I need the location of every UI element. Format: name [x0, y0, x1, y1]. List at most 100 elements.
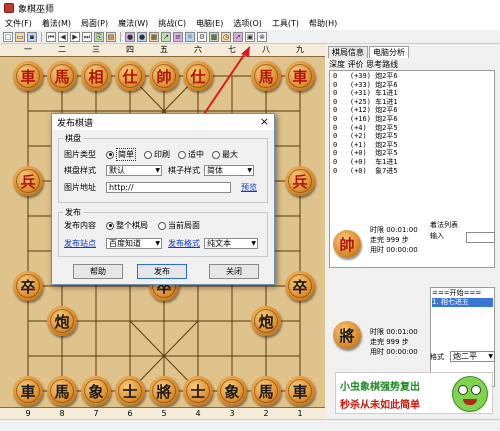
format-label: 格式 [430, 353, 444, 361]
first-move-icon[interactable]: ⏮ [46, 31, 56, 42]
red-piece[interactable]: 馬 [47, 61, 77, 91]
open-file-icon[interactable]: ▭ [15, 31, 25, 42]
menu-options[interactable]: 选项(O) [228, 18, 267, 29]
side-panel: 棋局信息 电脑分析 深度 评价 思考路线 0 (+39) 炮2平6 0 (+33… [326, 44, 500, 430]
red-piece[interactable]: 仕 [115, 61, 145, 91]
print-icon[interactable]: ▤ [106, 31, 116, 42]
analysis-icon[interactable]: ≡ [173, 31, 183, 42]
prev-move-icon[interactable]: ◀ [58, 31, 68, 42]
red-general-piece[interactable]: 帥 [333, 230, 361, 258]
format-select[interactable]: 炮二平 ▼ [450, 351, 495, 362]
image-icon[interactable]: ▦ [149, 31, 159, 42]
black-piece[interactable]: 車 [285, 376, 315, 406]
preview-link[interactable]: 预览 [241, 182, 257, 193]
publish-site-row: 发布站点 百度知道 ▼ 发布格式 纯文本 ▼ [64, 238, 258, 249]
black-clock: 时限 00:01:00 走完 999 步 用时 00:00:00 [370, 327, 418, 357]
close-button[interactable]: 关闭 [209, 264, 259, 279]
last-move-icon[interactable]: ⏭ [82, 31, 92, 42]
notation-input[interactable] [466, 232, 495, 243]
new-file-icon[interactable]: □ [3, 31, 13, 42]
red-piece[interactable]: 車 [285, 61, 315, 91]
black-piece[interactable]: 士 [183, 376, 213, 406]
red-piece[interactable]: 仕 [183, 61, 213, 91]
black-piece[interactable]: 馬 [47, 376, 77, 406]
image-type-max-label: 最大 [222, 150, 238, 159]
publish-format-select[interactable]: 纯文本 ▼ [204, 238, 258, 249]
tab-game-info[interactable]: 棋局信息 [328, 46, 368, 58]
ad-banner[interactable]: 小虫象棋强势复出 秒杀从未如此简单 [335, 372, 493, 414]
save-file-icon[interactable]: ▪ [27, 31, 37, 42]
board-icon[interactable]: ▩ [209, 31, 219, 42]
publish-site-link[interactable]: 发布站点 [64, 238, 106, 249]
chevron-down-icon: ▼ [251, 240, 256, 247]
black-piece[interactable]: 炮 [47, 306, 77, 336]
black-piece[interactable]: 卒 [13, 271, 43, 301]
image-type-row: 图片类型 简单 印刷 适中 最大 [64, 148, 238, 161]
image-type-print-label: 印刷 [154, 150, 170, 159]
black-general-piece[interactable]: 將 [333, 321, 361, 349]
image-type-simple[interactable]: 简单 [106, 148, 136, 161]
menu-help[interactable]: 帮助(H) [304, 18, 342, 29]
black-piece[interactable]: 象 [81, 376, 111, 406]
close-icon[interactable]: × [260, 116, 269, 128]
black-piece[interactable]: 士 [115, 376, 145, 406]
publish-format-link[interactable]: 发布格式 [168, 238, 200, 249]
menu-magic[interactable]: 魔法(W) [113, 18, 153, 29]
black-piece[interactable]: 卒 [285, 271, 315, 301]
black-piece[interactable]: 炮 [251, 306, 281, 336]
red-piece[interactable]: 兵 [13, 166, 43, 196]
settings-icon[interactable]: ⚙ [197, 31, 207, 42]
next-move-icon[interactable]: ▶ [70, 31, 80, 42]
board-style-select[interactable]: 默认 ▼ [106, 165, 162, 176]
chess-black-icon[interactable]: ● [137, 31, 147, 42]
image-url-field[interactable]: http:// [106, 182, 231, 193]
notation-item-selected[interactable]: 1. 相七进五 [432, 298, 493, 307]
red-piece[interactable]: 相 [81, 61, 111, 91]
black-piece[interactable]: 象 [217, 376, 247, 406]
image-type-max[interactable]: 最大 [212, 149, 238, 160]
publish-button[interactable]: 发布 [137, 264, 187, 279]
image-url-row: 图片地址 http:// 预览 [64, 182, 257, 193]
analysis-line: 0 (+12) 炮2平6 [333, 106, 398, 115]
menu-file[interactable]: 文件(F) [0, 18, 37, 29]
publish-site-select[interactable]: 百度知道 ▼ [106, 238, 162, 249]
red-piece[interactable]: 車 [13, 61, 43, 91]
chess-red-icon[interactable]: ● [125, 31, 135, 42]
menu-moves[interactable]: 着法(M) [37, 18, 76, 29]
black-piece[interactable]: 車 [13, 376, 43, 406]
menu-tools[interactable]: 工具(T) [267, 18, 304, 29]
toolbar-divider [41, 31, 42, 42]
menu-position[interactable]: 局面(P) [76, 18, 113, 29]
chevron-down-icon: ▼ [155, 240, 160, 247]
publish-whole-game[interactable]: 整个棋局 [106, 220, 148, 231]
publish-whole-game-label: 整个棋局 [116, 221, 148, 230]
image-type-medium[interactable]: 适中 [178, 149, 204, 160]
stop-icon[interactable]: ⊗ [257, 31, 267, 42]
bulb-icon[interactable]: ☼ [185, 31, 195, 42]
piece-style-select[interactable]: 简体 ▼ [204, 165, 254, 176]
red-clock: 时限 00:01:00 走完 999 步 用时 00:00:00 [370, 225, 418, 255]
tab-computer-analysis[interactable]: 电脑分析 [369, 46, 409, 58]
help-button[interactable]: 帮助 [73, 264, 123, 279]
menu-computer[interactable]: 电脑(E) [191, 18, 228, 29]
copy-icon[interactable]: ⎘ [94, 31, 104, 42]
red-piece[interactable]: 馬 [251, 61, 281, 91]
notation-item[interactable]: ===开始=== [432, 289, 493, 298]
black-time-limit: 时限 00:01:00 [370, 328, 418, 336]
radio-checked-icon [106, 150, 114, 159]
publish-icon[interactable]: ↗ [161, 31, 171, 42]
radio-icon [158, 221, 166, 230]
image-type-medium-label: 适中 [188, 150, 204, 159]
black-piece[interactable]: 將 [149, 376, 179, 406]
top-coord: 一 [24, 45, 32, 54]
arrow-icon[interactable]: ➚ [233, 31, 243, 42]
toolbar: □ ▭ ▪ ⏮ ◀ ▶ ⏭ ⎘ ▤ ● ● ▦ ↗ ≡ ☼ ⚙ ▩ ◷ ➚ ▣ … [0, 30, 500, 44]
red-piece[interactable]: 帥 [149, 61, 179, 91]
image-type-print[interactable]: 印刷 [144, 149, 170, 160]
menu-challenge[interactable]: 挑战(C) [153, 18, 191, 29]
screen-icon[interactable]: ▣ [245, 31, 255, 42]
black-piece[interactable]: 馬 [251, 376, 281, 406]
timer-icon[interactable]: ◷ [221, 31, 231, 42]
publish-current-position[interactable]: 当前局面 [158, 220, 200, 231]
red-piece[interactable]: 兵 [285, 166, 315, 196]
